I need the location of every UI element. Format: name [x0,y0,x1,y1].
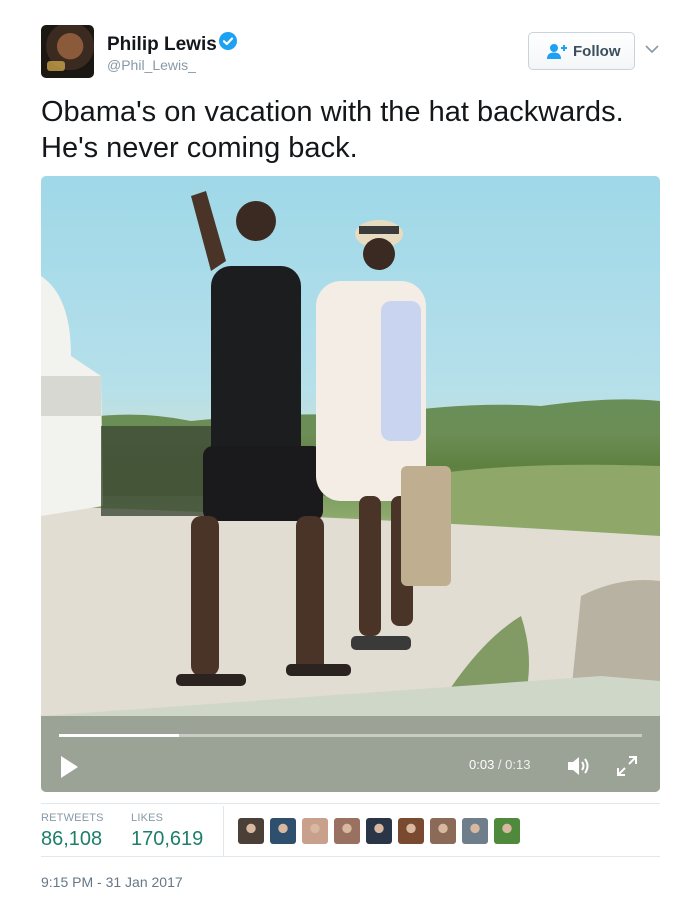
video-time-separator: / [494,757,506,772]
video-current-time: 0:03 [469,757,495,772]
likes-label: LIKES [131,812,164,824]
retweets-stat[interactable]: RETWEETS 86,108 [41,812,104,851]
likes-stat[interactable]: LIKES 170,619 [131,812,203,851]
tweet-text: Obama's on vacation with the hat backwar… [41,94,661,166]
follow-button-label: Follow [573,43,621,60]
video-time: 0:03 / 0:13 [469,757,530,772]
video-player[interactable]: 0:03 / 0:13 [41,176,660,792]
video-frame [41,191,660,792]
video-progress-fill [59,734,179,737]
add-user-icon [547,44,567,59]
divider [41,803,660,804]
video-progress-bar[interactable] [59,734,642,737]
retweets-count: 86,108 [41,828,103,850]
author-handle[interactable]: @Phil_Lewis_ [107,57,196,73]
volume-icon[interactable] [566,754,592,778]
liker-avatar[interactable] [494,818,520,844]
likes-count: 170,619 [131,828,204,850]
verified-badge-icon [219,32,237,50]
video-duration: 0:13 [505,757,531,772]
divider [223,806,224,856]
divider [41,856,660,857]
tweet-timestamp[interactable]: 9:15 PM - 31 Jan 2017 [41,874,183,890]
liker-avatar[interactable] [398,818,424,844]
liker-avatar[interactable] [302,818,328,844]
liker-avatar[interactable] [270,818,296,844]
retweets-label: RETWEETS [41,812,104,824]
tweet-text-line: He's never coming back. [41,132,358,164]
author-avatar[interactable] [41,25,94,78]
follow-button[interactable]: Follow [528,32,635,70]
chevron-down-icon[interactable] [644,43,660,55]
tweet-text-line: Obama's on vacation with the hat backwar… [41,96,624,128]
liker-avatar[interactable] [366,818,392,844]
liker-avatar[interactable] [462,818,488,844]
fullscreen-icon[interactable] [615,754,639,778]
liker-avatar[interactable] [334,818,360,844]
author-name[interactable]: Philip Lewis [107,34,217,56]
liker-avatar[interactable] [430,818,456,844]
play-icon[interactable] [58,754,80,780]
liker-avatar[interactable] [238,818,264,844]
